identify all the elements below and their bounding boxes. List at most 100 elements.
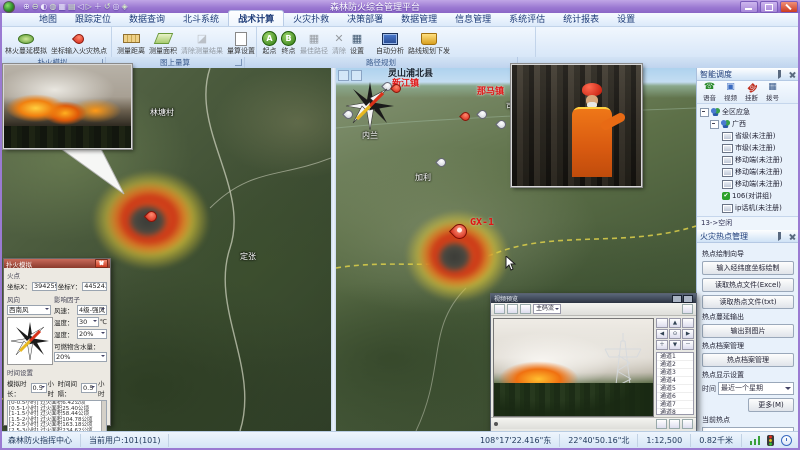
route-dispatch-button[interactable]: 路线规划下发 (406, 28, 452, 56)
record-icon[interactable] (669, 419, 680, 429)
tab-fire-fighting[interactable]: 火灾扑救 (284, 11, 338, 26)
channel-item[interactable]: 通道6 (657, 393, 693, 401)
measure-settings-button[interactable]: 量算设置 (225, 28, 257, 56)
dial-button[interactable]: ▦拨号 (764, 82, 781, 102)
channel-item[interactable]: 通道2 (657, 361, 693, 369)
play-icon[interactable] (494, 304, 505, 314)
video-minimize-icon[interactable] (672, 295, 682, 303)
auto-analysis-button[interactable]: 自动分析 (374, 28, 406, 56)
zoom-in-icon[interactable]: ⊕ (23, 1, 30, 12)
map-compass-icon[interactable] (351, 70, 362, 81)
tree-item[interactable]: ip话机(未注册) (700, 202, 799, 214)
video-title-bar[interactable]: 视频预览 (491, 294, 696, 303)
tab-reports[interactable]: 统计报表 (554, 11, 608, 26)
tree-item[interactable]: 移动端(未注册) (700, 166, 799, 178)
video-close-icon[interactable] (683, 295, 693, 303)
tab-tracking[interactable]: 跟踪定位 (66, 11, 120, 26)
best-route-button[interactable]: ▦ 最佳路径 (298, 28, 330, 56)
expander-icon[interactable] (700, 108, 709, 117)
tree-item-online[interactable]: ✔106(对讲组) (700, 190, 799, 202)
coord-input-hotspot-button[interactable]: 坐标输入火灾热点 (49, 28, 109, 56)
fuel-moisture-select[interactable]: 20% (54, 352, 107, 362)
archive-manage-button[interactable]: 热点档案管理 (702, 353, 794, 367)
tab-data-mgmt[interactable]: 数据管理 (392, 11, 446, 26)
temp-select[interactable]: 30 (77, 317, 99, 327)
ptz-center-button[interactable]: ⊙ (669, 329, 681, 339)
humidity-select[interactable]: 20% (77, 329, 107, 339)
read-excel-button[interactable]: 读取热点文件(Excel) (702, 278, 794, 292)
time-range-select[interactable]: 最近一个星期 (718, 382, 794, 395)
export-image-button[interactable]: 输出到图片 (702, 324, 794, 338)
ptz-up-button[interactable]: ▲ (669, 318, 681, 328)
measure-distance-button[interactable]: 测量距离 (115, 28, 147, 56)
coord-y-field[interactable]: 4452435 (82, 282, 107, 291)
wind-direction-select[interactable]: 西南风 (7, 305, 51, 315)
tab-decision[interactable]: 决策部署 (338, 11, 392, 26)
tab-info-mgmt[interactable]: 信息管理 (446, 11, 500, 26)
tree-item[interactable]: 移动端(未注册) (700, 154, 799, 166)
tree-group[interactable]: 广西 (700, 118, 799, 130)
tab-map[interactable]: 地图 (30, 11, 66, 26)
ptz-zoom-in-button[interactable]: ＋ (656, 340, 668, 350)
ptz-down-button[interactable]: ▼ (669, 340, 681, 350)
channel-item[interactable]: 通道4 (657, 377, 693, 385)
stream-select[interactable]: 主码流 (533, 304, 561, 314)
channel-item[interactable]: 通道5 (657, 385, 693, 393)
tab-tactical-calc[interactable]: 战术计算 (228, 10, 284, 26)
hangup-button[interactable]: ☎挂断 (743, 82, 760, 102)
wind-speed-select[interactable]: 4级-强风 (77, 305, 107, 315)
channel-item[interactable]: 通道7 (657, 401, 693, 409)
coord-x-field[interactable]: 39425987 (32, 282, 57, 291)
clear-measure-button[interactable]: ◪ 清除测量结果 (179, 28, 225, 56)
map-layer-icon[interactable] (338, 70, 349, 81)
dialog-launcher-icon[interactable] (235, 59, 242, 66)
close-icon[interactable] (789, 71, 796, 78)
tree-item[interactable]: 省级(未注册) (700, 130, 799, 142)
channel-item[interactable]: 通道8 (657, 409, 693, 415)
tree-root[interactable]: 全区应急 (700, 106, 799, 118)
user-icon[interactable] (682, 304, 693, 314)
input-coords-button[interactable]: 输入经纬度坐标绘制 (702, 261, 794, 275)
ptz-right-button[interactable]: ▶ (682, 329, 694, 339)
pause-icon[interactable] (507, 304, 518, 314)
traffic-light-icon[interactable] (767, 435, 774, 446)
minimize-button[interactable] (740, 1, 758, 13)
snapshot-icon[interactable] (656, 419, 667, 429)
tab-data-query[interactable]: 数据查询 (120, 11, 174, 26)
tree-item[interactable]: 移动端(未注册) (700, 178, 799, 190)
tab-evaluation[interactable]: 系统评估 (500, 11, 554, 26)
dialog-close-icon[interactable] (95, 259, 108, 268)
dialog-title-bar[interactable]: 扑火模拟 (4, 259, 110, 268)
channel-list[interactable]: 通道1 通道2 通道3 通道4 通道5 通道6 通道7 通道8 通道9 通道10… (656, 352, 694, 415)
close-button[interactable] (780, 1, 798, 13)
fullscreen-icon[interactable] (682, 419, 693, 429)
measure-area-button[interactable]: 测量面积 (147, 28, 179, 56)
tab-settings[interactable]: 设置 (608, 11, 644, 26)
video-feed[interactable] (493, 318, 654, 417)
route-clear-button[interactable]: ✕ 清除 (330, 28, 348, 56)
maximize-button[interactable] (760, 1, 778, 13)
channel-item[interactable]: 通道3 (657, 369, 693, 377)
fire-spread-sim-button[interactable]: 林火蔓延模拟 (3, 28, 49, 56)
tree-item[interactable]: 市级(未注册) (700, 142, 799, 154)
tab-beidou[interactable]: 北斗系统 (174, 11, 228, 26)
channel-item[interactable]: 通道1 (657, 353, 693, 361)
read-txt-button[interactable]: 读取热点文件(txt) (702, 295, 794, 309)
video-call-button[interactable]: ▣视频 (722, 82, 739, 102)
stop-icon[interactable] (520, 304, 531, 314)
route-end-button[interactable]: B 终点 (279, 28, 298, 56)
duration-select[interactable]: 0.5 (31, 383, 47, 393)
expander-icon[interactable] (710, 120, 719, 129)
clock-icon[interactable] (781, 435, 792, 446)
route-settings-button[interactable]: ▦ 设置 (348, 28, 366, 56)
pin-icon[interactable] (778, 70, 786, 79)
interval-select[interactable]: 0.5 (81, 383, 97, 393)
map-splitter[interactable] (331, 68, 336, 431)
route-start-button[interactable]: A 起点 (260, 28, 279, 56)
pin-icon[interactable] (778, 232, 786, 241)
voice-call-button[interactable]: ☎语音 (701, 82, 718, 102)
more-button[interactable]: 更多(M) (748, 398, 794, 412)
close-icon[interactable] (789, 233, 796, 240)
ptz-left-button[interactable]: ◀ (656, 329, 668, 339)
ptz-zoom-out-button[interactable]: － (682, 340, 694, 350)
